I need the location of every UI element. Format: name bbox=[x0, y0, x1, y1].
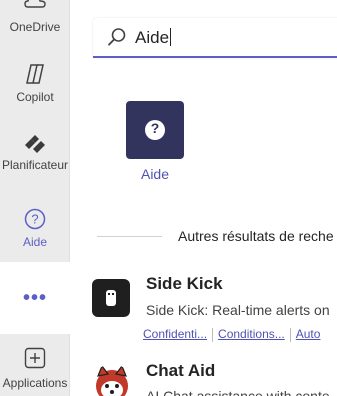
planner-icon bbox=[0, 132, 70, 156]
rail-item-label: Aide bbox=[22, 235, 48, 249]
terms-link[interactable]: Conditions... bbox=[218, 327, 290, 342]
privacy-link[interactable]: Confidenti... bbox=[143, 327, 212, 342]
link-separator bbox=[212, 328, 214, 342]
rail-item-onedrive[interactable]: OneDrive bbox=[0, 0, 70, 34]
help-icon: ? bbox=[0, 208, 70, 230]
search-input[interactable]: Aide bbox=[93, 18, 337, 58]
rail-item-label: Applications bbox=[2, 376, 68, 390]
app-tile-label[interactable]: Aide bbox=[125, 166, 185, 182]
left-rail: OneDrive Copilot Planificateur ? Aide ••… bbox=[0, 0, 70, 396]
text-caret bbox=[170, 28, 172, 46]
rail-item-label: OneDrive bbox=[9, 20, 61, 34]
rail-item-planner[interactable]: Planificateur bbox=[0, 128, 70, 198]
app-tile-help[interactable]: ? bbox=[126, 101, 184, 159]
side-kick-logo-icon bbox=[92, 279, 130, 317]
search-icon bbox=[107, 27, 127, 52]
more-apps-button[interactable]: ••• bbox=[0, 262, 70, 334]
add-app-icon bbox=[0, 347, 70, 369]
rail-item-label: Planificateur bbox=[1, 158, 69, 172]
svg-text:?: ? bbox=[31, 212, 38, 227]
cloud-icon bbox=[0, 0, 70, 8]
result-item-side-kick[interactable]: Side Kick Side Kick: Real-time alerts on… bbox=[92, 272, 337, 347]
rail-item-label: Copilot bbox=[16, 90, 54, 104]
link-separator bbox=[289, 328, 291, 342]
rail-item-copilot[interactable]: Copilot bbox=[0, 58, 70, 128]
help-glyph: ? bbox=[150, 120, 160, 136]
search-value: Aide bbox=[135, 28, 170, 47]
other-results-heading: Autres résultats de reche bbox=[178, 228, 334, 244]
result-title: Chat Aid bbox=[146, 361, 216, 380]
result-item-chat-aid[interactable]: Chat Aid AI Chat assistance with conte bbox=[92, 358, 337, 396]
copilot-icon bbox=[0, 62, 70, 86]
red-panda-logo-icon bbox=[92, 364, 132, 396]
rail-item-applications[interactable]: Applications bbox=[0, 345, 70, 396]
result-description: AI Chat assistance with conte bbox=[146, 388, 330, 396]
result-title: Side Kick bbox=[146, 274, 223, 293]
other-link[interactable]: Auto bbox=[296, 327, 326, 342]
result-links: Confidenti... Conditions... Auto bbox=[143, 327, 325, 342]
result-description: Side Kick: Real-time alerts on bbox=[146, 302, 330, 318]
section-divider bbox=[97, 236, 162, 237]
